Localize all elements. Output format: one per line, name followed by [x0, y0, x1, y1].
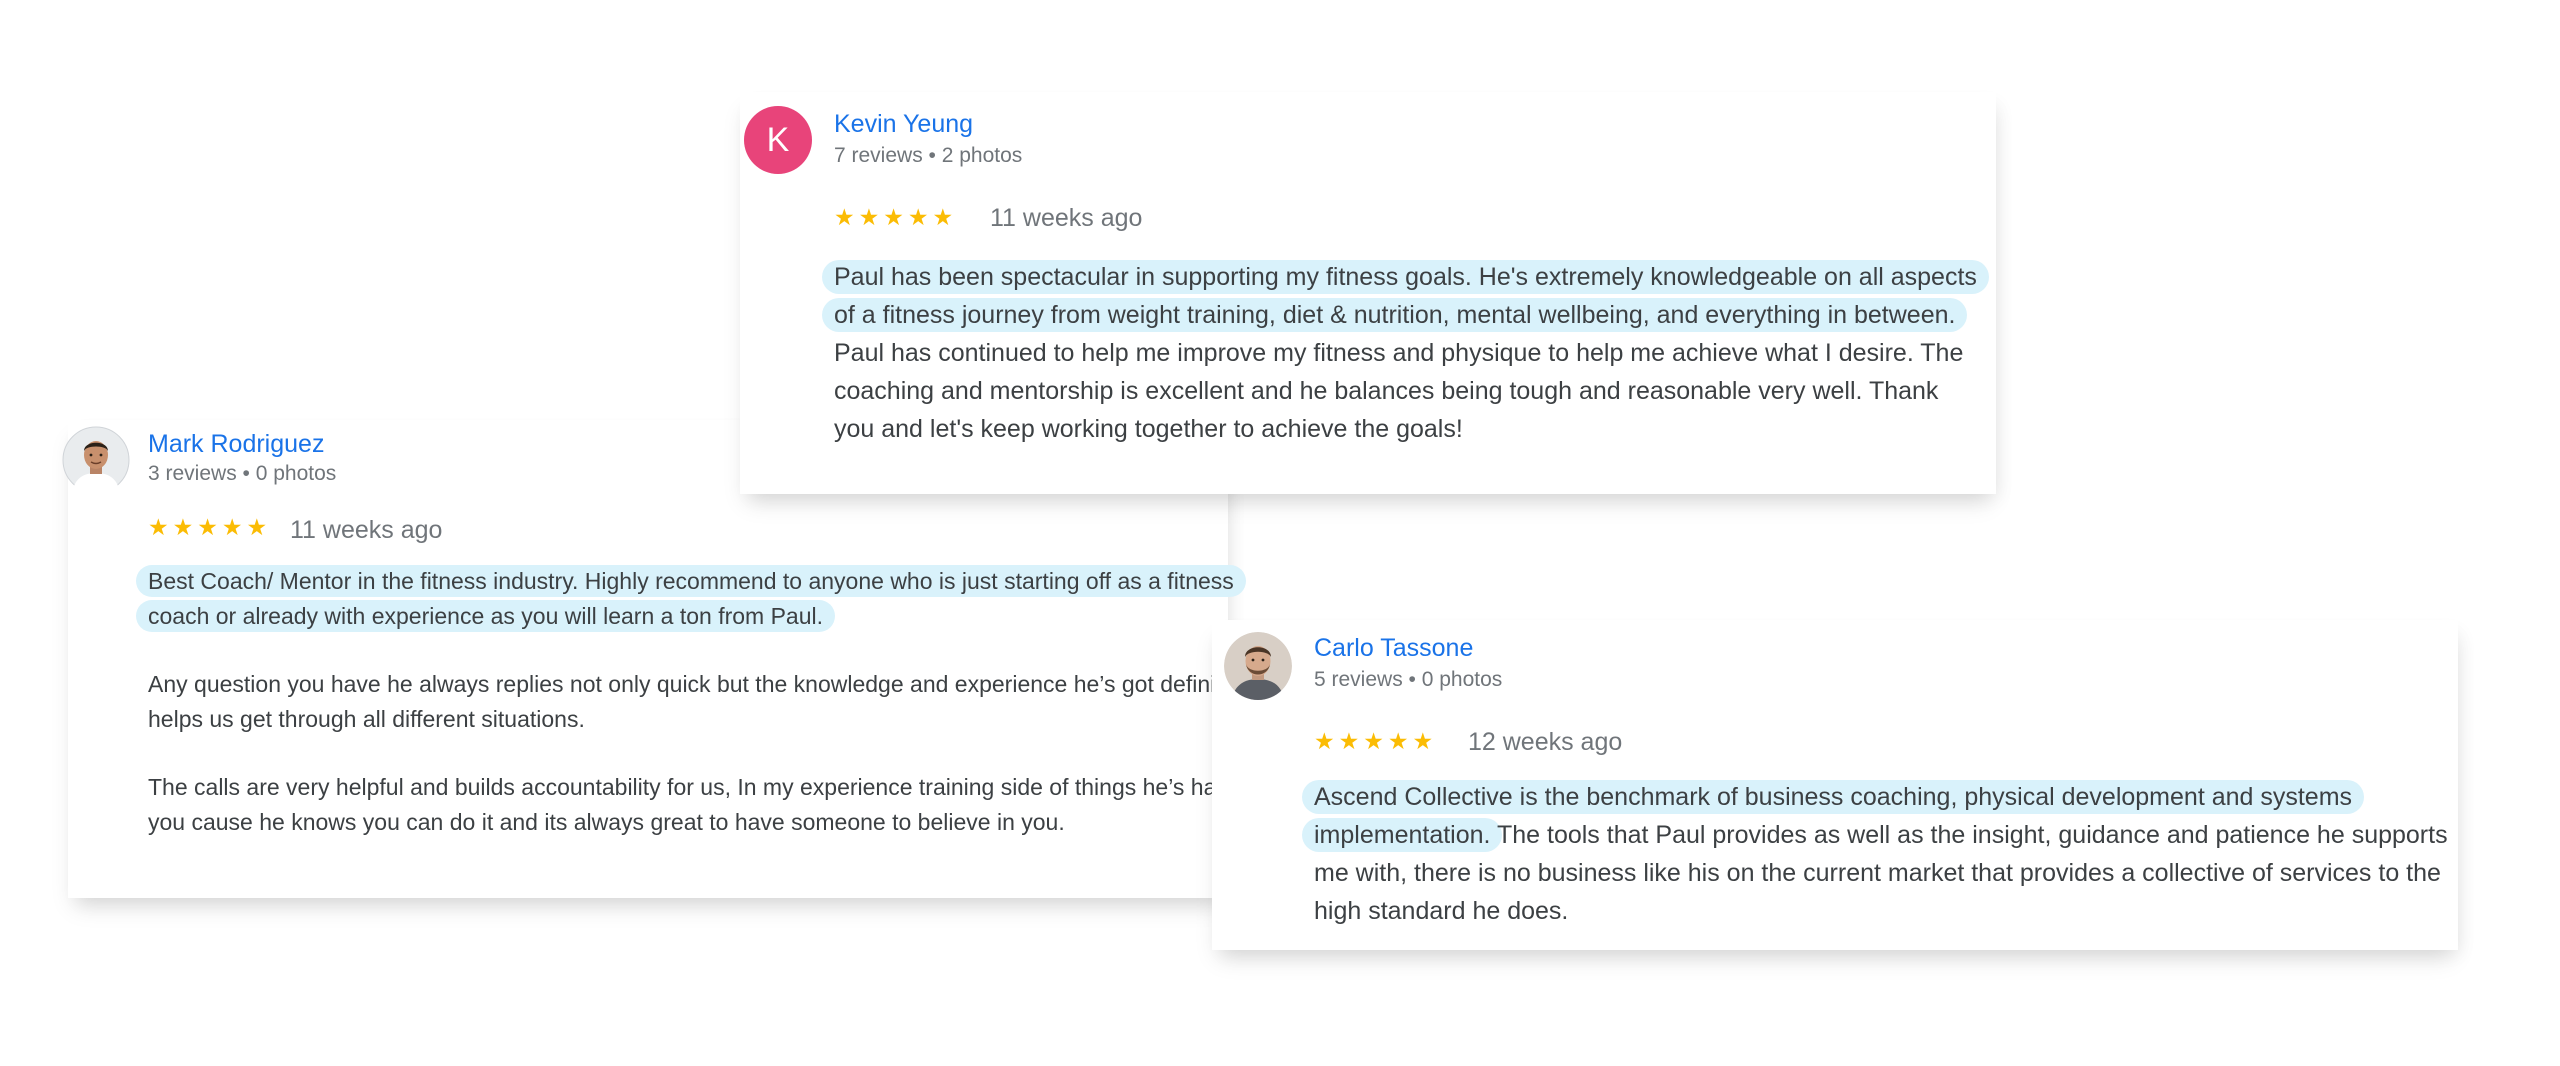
review-text: Ascend Collective is the benchmark of bu… [1302, 778, 2450, 930]
review-body: Paul has continued to help me improve my… [834, 339, 1964, 443]
reviewer-name[interactable]: Mark Rodriguez [148, 430, 324, 459]
star-rating: ★★★★★ [148, 514, 272, 540]
reviewer-meta: 7 reviews • 2 photos [834, 144, 1023, 167]
review-paragraph: Best Coach/ Mentor in the fitness indust… [136, 564, 1288, 634]
reviewer-meta: 5 reviews • 0 photos [1314, 668, 1503, 691]
review-paragraph: Any question you have he always replies … [148, 671, 1252, 732]
reviewer-name[interactable]: Kevin Yeung [834, 110, 973, 139]
avatar[interactable]: K [744, 106, 812, 174]
avatar[interactable] [1224, 632, 1292, 700]
review-text: Paul has been spectacular in supporting … [822, 258, 1989, 448]
review-card-kevin-yeung: K Kevin Yeung 7 reviews • 2 photos ★★★★★… [740, 92, 1996, 494]
star-rating: ★★★★★ [834, 204, 958, 230]
star-rating: ★★★★★ [1314, 728, 1438, 754]
man-portrait-icon [62, 426, 130, 494]
highlighted-text: Best Coach/ Mentor in the fitness indust… [136, 565, 1246, 632]
reviewer-name[interactable]: Carlo Tassone [1314, 634, 1473, 663]
review-date: 11 weeks ago [990, 204, 1143, 232]
review-text: Best Coach/ Mentor in the fitness indust… [136, 564, 1288, 840]
avatar[interactable] [62, 426, 130, 494]
reviewer-meta: 3 reviews • 0 photos [148, 462, 337, 485]
review-paragraph: The calls are very helpful and builds ac… [148, 774, 1269, 835]
review-card-carlo-tassone: Carlo Tassone 5 reviews • 0 photos ★★★★★… [1212, 620, 2458, 950]
man-portrait-icon [1224, 632, 1292, 700]
review-date: 11 weeks ago [290, 516, 443, 544]
highlighted-text: Paul has been spectacular in supporting … [822, 260, 1989, 332]
review-date: 12 weeks ago [1468, 728, 1623, 756]
